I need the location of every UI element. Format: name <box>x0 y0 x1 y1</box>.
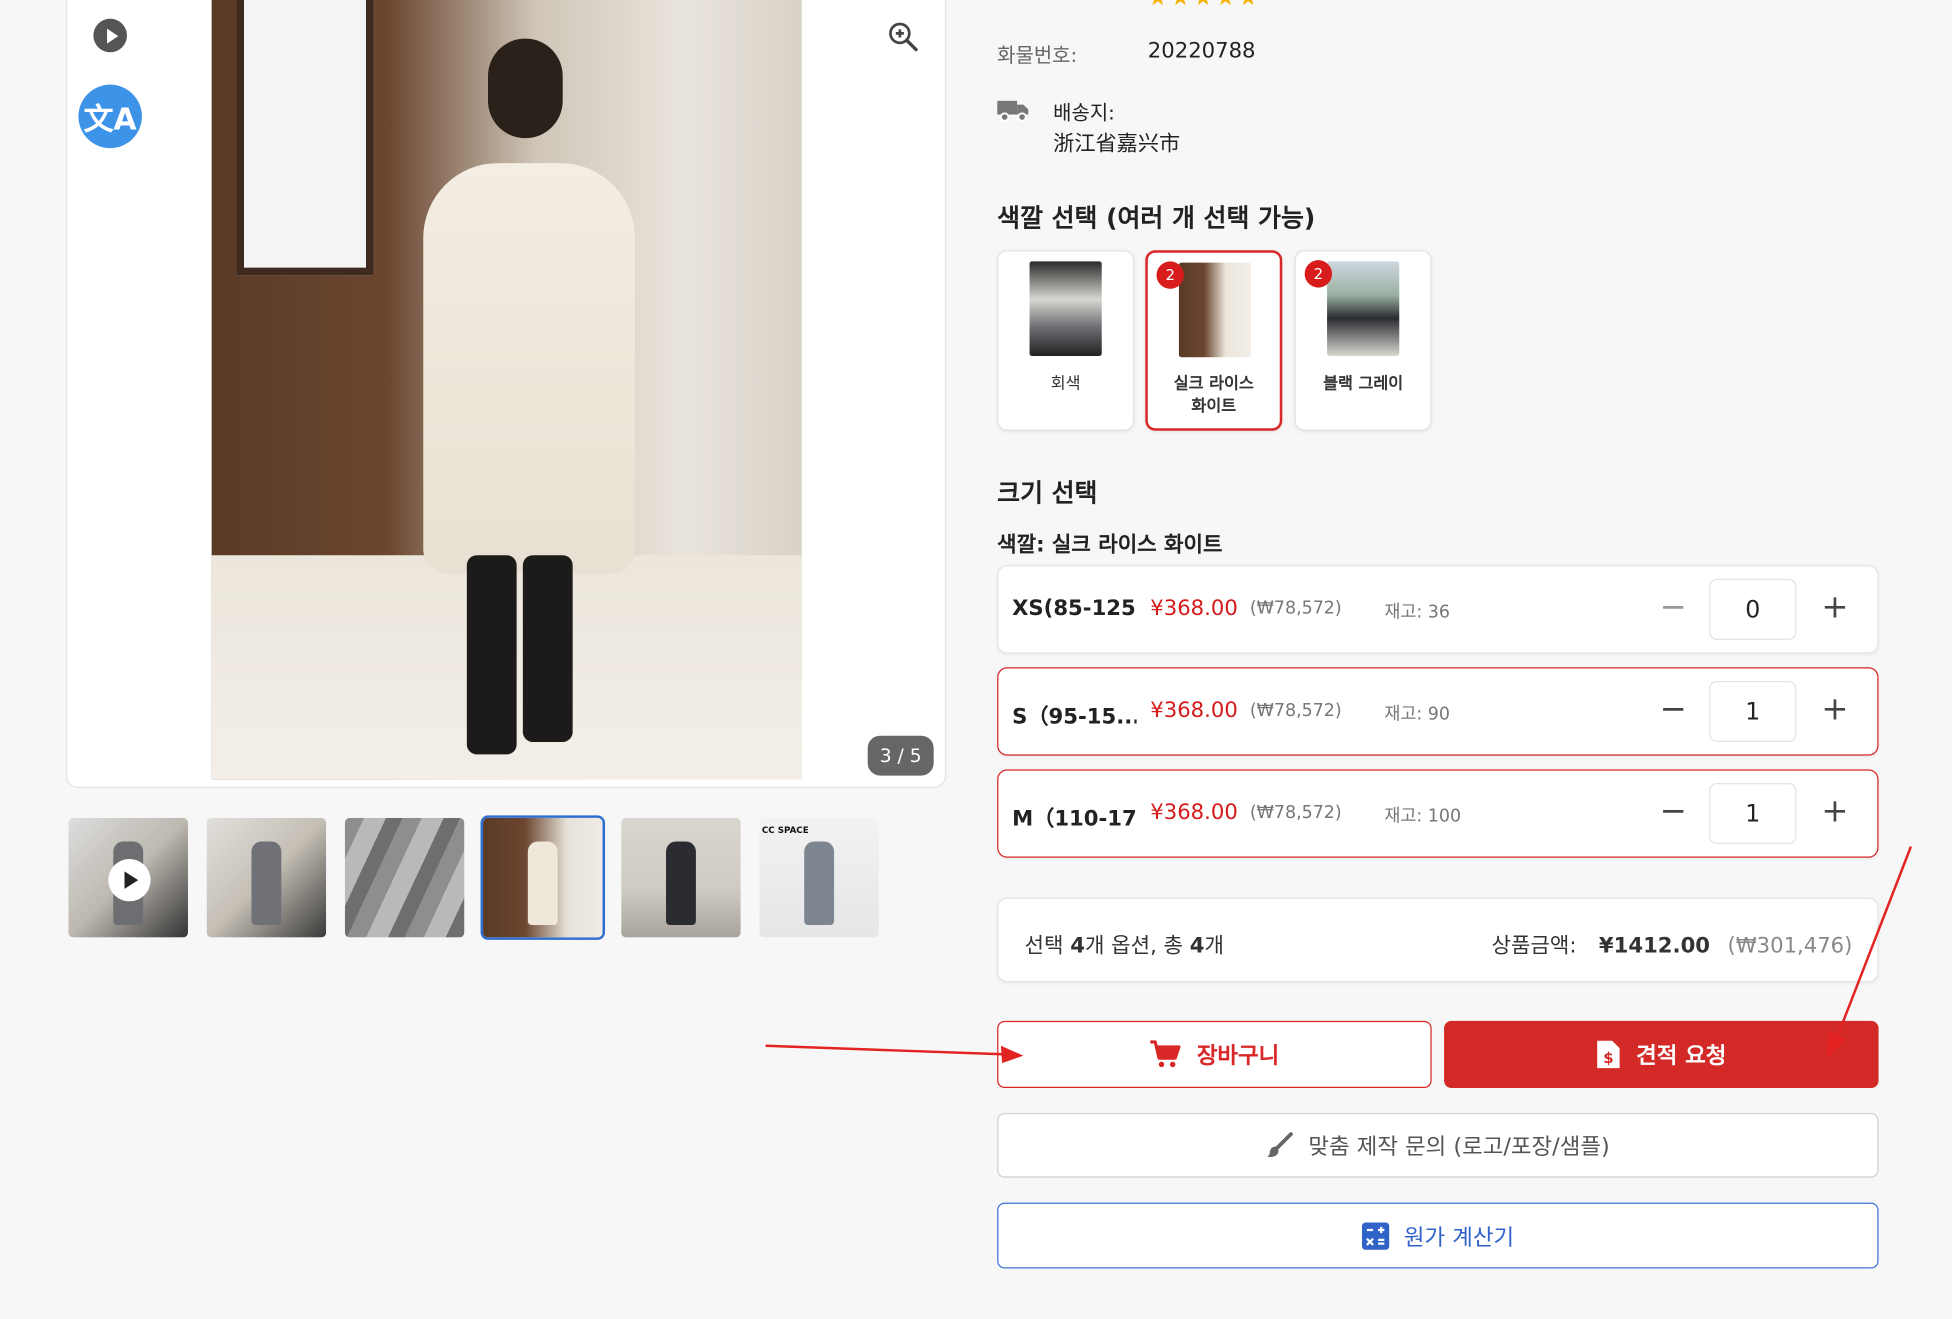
thumbnail-5[interactable] <box>619 815 743 939</box>
custom-inquiry-label: 맞춤 제작 문의 (로고/포장/샘플) <box>1308 1134 1610 1161</box>
color-section-title: 색깔 선택 (여러 개 선택 가능) <box>997 202 1316 233</box>
color-option-gray[interactable]: 회색 <box>997 250 1135 431</box>
cost-calculator-button[interactable]: 원가 계산기 <box>997 1202 1879 1269</box>
amount-value: ¥1412.00 <box>1598 933 1711 959</box>
custom-order-inquiry-button[interactable]: 맞춤 제작 문의 (로고/포장/샘플) <box>997 1112 1879 1178</box>
current-color-label: 색깔: 실크 라이스 화이트 <box>997 532 1223 558</box>
size-price-krw: (₩78,572) <box>1249 700 1342 721</box>
color-option-label: 회색 <box>1050 374 1081 394</box>
size-stock: 재고: 100 <box>1384 806 1462 827</box>
order-summary: 선택 4개 옵션, 총 4개 상품금액: ¥1412.00 (₩301,476) <box>997 897 1879 983</box>
ship-from-label: 배송지: <box>1053 100 1115 125</box>
increase-quantity-button[interactable]: + <box>1820 591 1850 624</box>
cart-icon <box>1150 1040 1181 1068</box>
thumbnail-strip: CC SPACE <box>66 815 881 940</box>
increase-quantity-button[interactable]: + <box>1820 795 1850 828</box>
amount-summary: 상품금액: ¥1412.00 (₩301,476) <box>1491 927 1853 959</box>
size-price: ¥368.00 <box>1150 596 1238 622</box>
amount-label: 상품금액: <box>1491 933 1577 959</box>
calculator-icon <box>1361 1221 1389 1250</box>
decrease-quantity-button[interactable]: − <box>1658 795 1688 828</box>
thumbnail-brand-text: CC SPACE <box>761 825 809 836</box>
size-price: ¥368.00 <box>1150 698 1238 724</box>
quantity-input[interactable]: 0 <box>1709 578 1797 640</box>
quote-label: 견적 요청 <box>1636 1043 1727 1070</box>
size-section-title: 크기 선택 <box>997 478 1098 508</box>
translate-icon: 文A <box>83 102 137 137</box>
ship-from-value: 浙江省嘉兴市 <box>1053 131 1181 157</box>
play-icon <box>108 858 151 902</box>
size-name: XS(85-125) <box>1012 596 1137 622</box>
translate-button[interactable]: 文A <box>78 84 142 149</box>
size-price: ¥368.00 <box>1150 800 1238 826</box>
main-product-image-card[interactable] <box>65 0 947 789</box>
size-stock: 재고: 36 <box>1384 602 1450 623</box>
thumbnail-6[interactable]: CC SPACE <box>757 815 881 939</box>
thumbnail-2[interactable] <box>204 815 328 939</box>
truck-icon <box>997 100 1029 122</box>
rating-stars: ★★★★★ <box>1148 0 1261 11</box>
size-price-krw: (₩78,572) <box>1249 598 1342 619</box>
invoice-icon: $ <box>1597 1040 1620 1069</box>
color-count-badge: 2 <box>1156 261 1184 289</box>
color-option-silk-rice-white[interactable]: 2 실크 라이스 화이트 <box>1145 250 1283 431</box>
item-number-row: 화물번호: 20220788 <box>997 39 1255 69</box>
calculator-label: 원가 계산기 <box>1403 1224 1515 1251</box>
color-option-label: 블랙 그레이 <box>1323 374 1404 394</box>
color-option-black-gray[interactable]: 2 블랙 그레이 <box>1294 250 1432 431</box>
product-photo <box>211 0 802 780</box>
color-count-badge: 2 <box>1304 260 1333 288</box>
thumbnail-1[interactable] <box>66 815 190 939</box>
quantity-input[interactable]: 1 <box>1709 783 1797 845</box>
annotation-arrow-cart <box>765 1044 1024 1064</box>
option-count: 4 <box>1070 933 1085 959</box>
size-row-s: S（95-15... ¥368.00 (₩78,572) 재고: 90 − 1 … <box>997 667 1879 756</box>
thumbnail-3[interactable] <box>342 815 466 939</box>
size-row-xs: XS(85-125) ¥368.00 (₩78,572) 재고: 36 − 0 … <box>997 565 1879 654</box>
quantity-input[interactable]: 1 <box>1709 680 1797 742</box>
size-stock: 재고: 90 <box>1384 704 1450 725</box>
play-video-icon[interactable] <box>93 18 127 53</box>
size-row-m: M（110-17... ¥368.00 (₩78,572) 재고: 100 − … <box>997 769 1879 858</box>
selection-suffix: 개 <box>1204 933 1224 959</box>
brush-icon <box>1267 1132 1293 1157</box>
size-price-krw: (₩78,572) <box>1249 802 1342 823</box>
thumbnail-4[interactable] <box>480 815 606 940</box>
cart-label: 장바구니 <box>1196 1043 1280 1070</box>
item-number-value: 20220788 <box>1147 38 1256 64</box>
selection-prefix: 선택 <box>1024 933 1071 959</box>
request-quote-button[interactable]: $ 견적 요청 <box>1444 1020 1879 1089</box>
amount-krw: (₩301,476) <box>1727 933 1853 959</box>
selection-summary: 선택 4개 옵션, 총 4개 <box>1024 927 1224 959</box>
size-name: S（95-15... <box>1012 704 1137 730</box>
total-count: 4 <box>1189 933 1205 959</box>
decrease-quantity-button[interactable]: − <box>1658 693 1688 726</box>
page: 文A 3 / 5 CC SPACE 화물번호: 20220788 배송지: 浙江… <box>0 0 1952 1319</box>
item-number-label: 화물번호: <box>997 43 1078 68</box>
add-to-cart-button[interactable]: 장바구니 <box>997 1020 1432 1089</box>
svg-text:$: $ <box>1604 1049 1614 1067</box>
size-name: M（110-17... <box>1012 806 1137 832</box>
zoom-in-icon[interactable] <box>886 20 918 52</box>
increase-quantity-button[interactable]: + <box>1820 693 1850 726</box>
color-option-label: 실크 라이스 화이트 <box>1173 374 1254 416</box>
image-page-counter: 3 / 5 <box>867 735 934 776</box>
decrease-quantity-button[interactable]: − <box>1658 591 1688 624</box>
selection-mid: 개 옵션, 총 <box>1084 933 1190 959</box>
